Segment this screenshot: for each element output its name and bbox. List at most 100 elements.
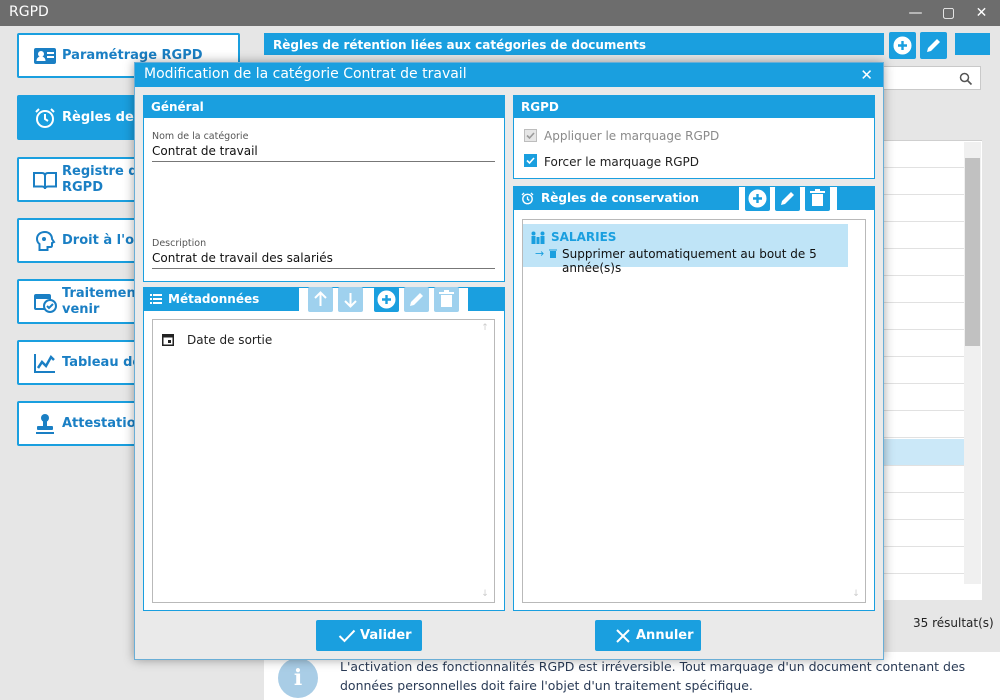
pencil-icon: [410, 293, 423, 306]
scroll-down-arrow[interactable]: ↓: [850, 589, 862, 599]
list-row[interactable]: [882, 303, 964, 330]
list-row[interactable]: [882, 141, 964, 168]
chart-icon: [34, 354, 55, 373]
rule-detail: Supprimer automatiquement au bout de 5 a…: [562, 247, 817, 275]
maximize-button[interactable]: ▢: [932, 0, 965, 26]
scroll-down-arrow[interactable]: ↓: [479, 589, 491, 599]
pencil-icon: [927, 39, 940, 52]
apply-rgpd-checkbox[interactable]: [524, 129, 537, 142]
metadata-list: ↑ ↓: [152, 319, 495, 603]
category-name-field[interactable]: Contrat de travail: [152, 144, 495, 162]
scrollbar-thumb[interactable]: [965, 158, 980, 346]
list-row[interactable]: [882, 493, 964, 520]
conservation-header-end: [837, 186, 875, 210]
list-scrollbar[interactable]: [964, 142, 981, 584]
dialog-close-button[interactable]: ✕: [860, 66, 873, 84]
section-header: Général: [144, 96, 504, 118]
section-title: Règles de conservation: [541, 191, 700, 205]
plus-circle-icon: [748, 189, 767, 208]
list-row-selected[interactable]: [882, 439, 964, 466]
sidebar-item-label: Tableau de: [62, 355, 142, 370]
edit-rule-button[interactable]: [920, 32, 947, 59]
panel-header-end: [955, 33, 990, 55]
add-rule-button[interactable]: [889, 32, 916, 59]
edit-rule-button[interactable]: [775, 186, 800, 211]
arrow-down-icon: [344, 293, 357, 308]
list-icon: [150, 294, 162, 304]
stamp-icon: [36, 414, 54, 434]
add-metadata-button[interactable]: [374, 287, 399, 312]
list-row[interactable]: [882, 357, 964, 384]
alarm-clock-icon: [521, 192, 534, 205]
list-row[interactable]: [882, 222, 964, 249]
metadata-header: Métadonnées: [143, 287, 299, 311]
head-icon: [35, 230, 56, 251]
force-rgpd-label: Forcer le marquage RGPD: [544, 155, 700, 169]
window-titlebar: RGPD — ▢ ✕: [0, 0, 1000, 26]
id-card-icon: [34, 48, 56, 64]
info-text: L'activation des fonctionnalités RGPD es…: [340, 659, 966, 693]
check-icon: [526, 132, 535, 140]
pencil-icon: [781, 192, 794, 205]
rule-item[interactable]: SALARIES → Supprimer automatiquement au …: [523, 224, 848, 275]
minimize-button[interactable]: —: [899, 0, 932, 26]
info-icon: i: [278, 658, 318, 698]
list-row[interactable]: [882, 411, 964, 438]
description-label: Description: [152, 238, 207, 249]
rules-list: ↓: [522, 219, 866, 603]
arrow-right-icon: →: [535, 247, 545, 260]
check-icon: [338, 629, 356, 643]
section-title: Métadonnées: [168, 292, 260, 306]
dialog-titlebar: Modification de la catégorie Contrat de …: [135, 63, 883, 87]
section-header: RGPD: [514, 96, 874, 118]
calendar-check-icon: [34, 294, 57, 313]
description-field[interactable]: Contrat de travail des salariés: [152, 251, 495, 269]
list-row[interactable]: [882, 384, 964, 411]
retention-panel-header: Règles de rétention liées aux catégories…: [264, 33, 884, 55]
delete-metadata-button[interactable]: [434, 287, 459, 312]
dialog-title: Modification de la catégorie Contrat de …: [144, 66, 467, 82]
check-icon: [526, 157, 535, 165]
alarm-clock-icon: [35, 108, 55, 128]
cancel-label: Annuler: [636, 628, 694, 643]
conservation-header: Règles de conservation: [513, 186, 739, 210]
metadata-item-label: Date de sortie: [187, 333, 273, 347]
close-window-button[interactable]: ✕: [965, 0, 998, 26]
metadata-header-end: [468, 287, 505, 311]
close-icon: [616, 629, 630, 643]
sidebar-item-label: Attestation: [62, 416, 145, 431]
force-rgpd-checkbox[interactable]: [524, 154, 537, 167]
add-rule-button[interactable]: [745, 186, 770, 211]
list-row[interactable]: [882, 466, 964, 493]
validate-label: Valider: [360, 628, 412, 643]
list-row[interactable]: [882, 168, 964, 195]
book-icon: [33, 172, 57, 190]
rule-name: SALARIES: [551, 230, 617, 244]
category-name-label: Nom de la catégorie: [152, 131, 249, 142]
trash-icon: [439, 290, 454, 307]
move-down-button[interactable]: [338, 287, 363, 312]
arrow-up-icon: [314, 291, 327, 306]
edit-metadata-button[interactable]: [404, 287, 429, 312]
plus-circle-icon: [377, 290, 396, 309]
window-title: RGPD: [9, 4, 49, 20]
list-row[interactable]: [882, 195, 964, 222]
move-up-button[interactable]: [308, 287, 333, 312]
list-row[interactable]: [882, 547, 964, 574]
list-row[interactable]: [882, 520, 964, 547]
list-row[interactable]: [882, 330, 964, 357]
search-input[interactable]: [882, 66, 981, 90]
apply-rgpd-label: Appliquer le marquage RGPD: [544, 129, 720, 143]
delete-rule-button[interactable]: [805, 186, 830, 211]
list-row[interactable]: [882, 249, 964, 276]
search-icon: [959, 72, 973, 86]
validate-button[interactable]: Valider: [316, 620, 422, 651]
calendar-icon: [162, 334, 174, 346]
list-row[interactable]: [882, 276, 964, 303]
plus-circle-icon: [893, 36, 912, 55]
result-count: 35 résultat(s): [913, 616, 994, 630]
list-item[interactable]: Date de sortie: [162, 331, 482, 349]
trash-icon: [810, 189, 825, 206]
trash-icon: [549, 249, 557, 258]
cancel-button[interactable]: Annuler: [595, 620, 701, 651]
